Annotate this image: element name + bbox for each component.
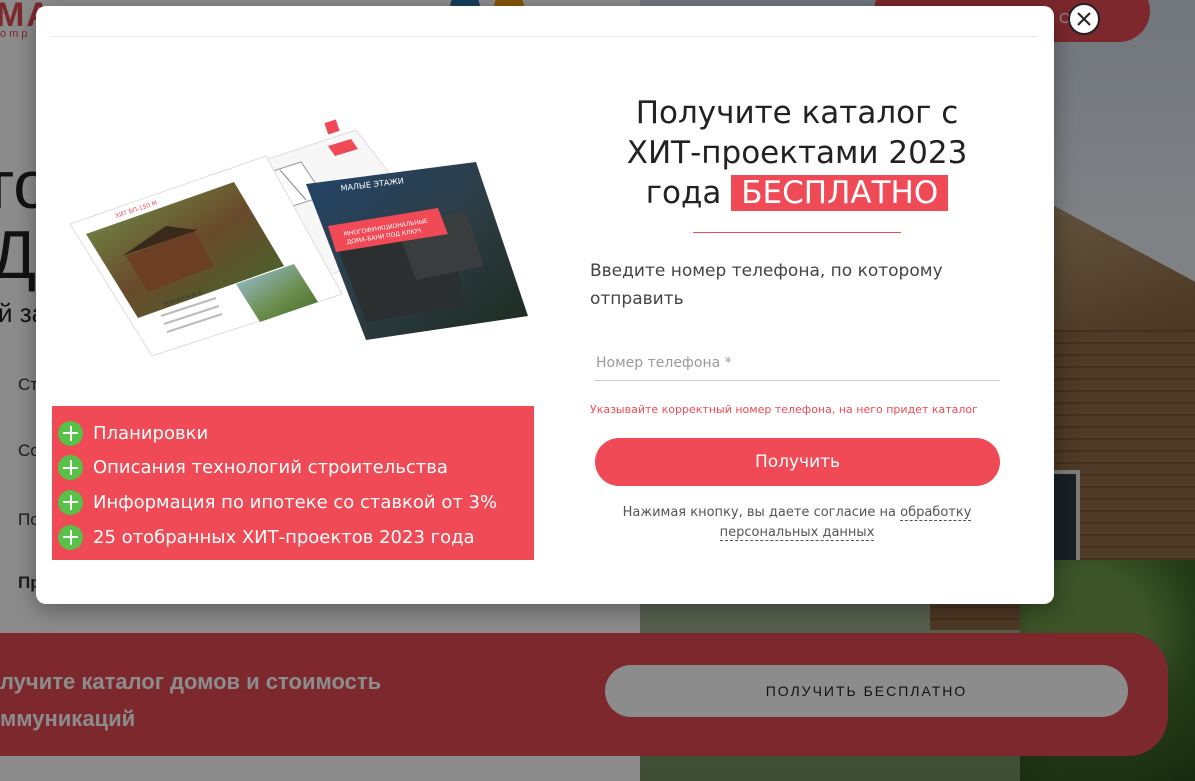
feature-text: 25 отобранных ХИТ-проектов 2023 года	[93, 526, 475, 548]
form-title-line: ХИТ-проектами 2023	[626, 135, 968, 171]
close-modal-button[interactable]	[1068, 3, 1100, 35]
catalog-illustration: ХИТ БП-150 М ДОМ-БАНЯ № 4 МАЛЫЕ ЭТАЖИ МН…	[69, 119, 528, 356]
plus-icon	[58, 420, 83, 446]
feature-text: Информация по ипотеке со ставкой от 3%	[93, 491, 498, 513]
close-icon	[1077, 12, 1091, 26]
catalog-form: Получите каталог с ХИТ-проектами 2023 го…	[567, 59, 1027, 576]
plus-icon	[58, 455, 83, 481]
title-divider	[693, 232, 901, 233]
catalog-cover: МАЛЫЕ ЭТАЖИ МНОГОФУНКЦИОНАЛЬНЫЕ ДОМА-БАН…	[306, 162, 528, 340]
form-title-line: Получите каталог с	[635, 95, 959, 131]
plus-icon	[58, 524, 83, 550]
feature-text: Планировки	[93, 422, 209, 444]
get-catalog-button[interactable]: Получить	[595, 438, 1000, 486]
feature-item: Информация по ипотеке со ставкой от 3%	[58, 485, 534, 520]
modal-divider	[52, 36, 1038, 37]
feature-item: 25 отобранных ХИТ-проектов 2023 года	[58, 520, 534, 555]
catalog-modal: ХИТ БП-150 М ДОМ-БАНЯ № 4 МАЛЫЕ ЭТАЖИ МН…	[36, 3, 1100, 604]
phone-hint: Указывайте корректный номер телефона, на…	[590, 403, 978, 416]
features-box: Планировки Описания технологий строитель…	[52, 406, 534, 560]
free-badge: БЕСПЛАТНО	[731, 175, 949, 211]
form-title-text: года	[645, 175, 722, 211]
feature-text: Описания технологий строительства	[93, 457, 448, 479]
form-description: Введите номер телефона, по которому отпр…	[590, 261, 943, 309]
plus-icon	[58, 489, 83, 515]
consent-text: Нажимая кнопку, вы даете согласие на обр…	[597, 503, 997, 543]
feature-item: Планировки	[58, 416, 534, 451]
phone-input[interactable]	[594, 345, 1000, 381]
form-title-line: года БЕСПЛАТНО	[567, 173, 1027, 213]
consent-label: Нажимая кнопку, вы даете согласие на	[622, 505, 896, 520]
form-title: Получите каталог с ХИТ-проектами 2023 го…	[567, 93, 1027, 213]
feature-item: Описания технологий строительства	[58, 451, 534, 486]
